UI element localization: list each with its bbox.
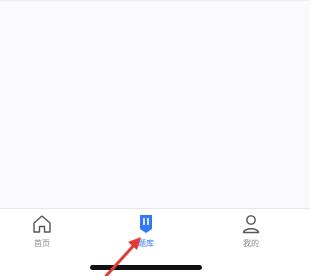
top-divider — [0, 0, 310, 1]
tab-home-label: 首页 — [34, 239, 50, 248]
tab-question-bank[interactable]: 题库 — [116, 213, 176, 255]
tab-mine-label: 我的 — [243, 239, 259, 248]
question-bank-icon — [140, 215, 152, 233]
tab-mine[interactable]: 我的 — [221, 213, 281, 255]
tab-question-bank-label: 题库 — [138, 239, 154, 248]
app-screen: 首页 题库 我的 — [0, 0, 310, 276]
tab-home[interactable]: 首页 — [12, 213, 72, 255]
home-indicator[interactable] — [90, 265, 202, 270]
user-icon — [242, 215, 260, 234]
home-icon — [33, 215, 51, 233]
content-area — [0, 0, 310, 208]
